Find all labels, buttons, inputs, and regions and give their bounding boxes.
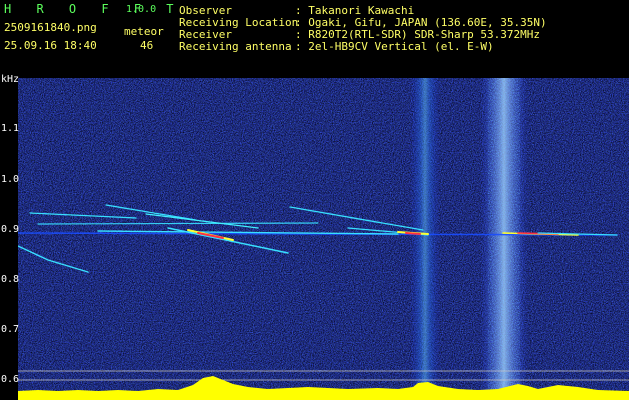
meteor-count: 46: [140, 39, 154, 52]
timestamp: 25.09.16 18:40: [4, 39, 97, 52]
y-tick-0-6: 0.6: [1, 374, 20, 385]
y-tick-0-8: 0.8: [1, 274, 20, 285]
info-value-antenna: : 2el-HB9CV Vertical (el. E-W): [295, 40, 494, 53]
y-tick-0-9: 0.9: [1, 224, 20, 235]
spectrogram: [18, 78, 629, 400]
y-tick-1-0: 1.0: [1, 174, 20, 185]
meteor-core-2: [405, 232, 421, 235]
interference-band-speckle: [488, 78, 520, 400]
noise-speckle-layer: [18, 78, 629, 400]
interference-band-1847: [410, 78, 440, 400]
info-label-antenna: Receiving antenna: [179, 40, 292, 53]
header-panel: H R O F F T 1.0.0 2509161840.png meteor …: [0, 0, 629, 75]
y-tick-0-7: 0.7: [1, 324, 20, 335]
file-name: 2509161840.png: [4, 21, 97, 34]
y-axis-unit: kHz: [1, 74, 20, 85]
app-version: 1.0.0: [126, 4, 157, 15]
y-tick-1-1: 1.1: [1, 123, 20, 134]
mode-label: meteor: [124, 25, 164, 38]
